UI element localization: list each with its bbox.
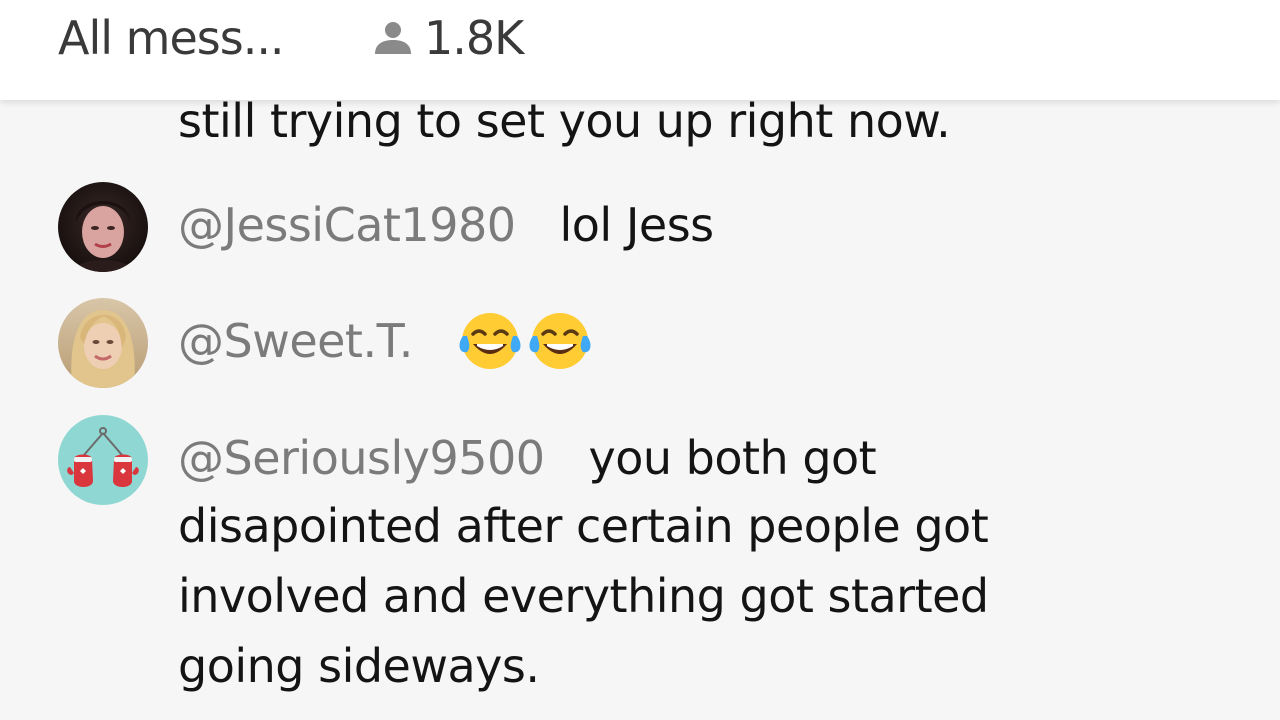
avatar[interactable] <box>58 298 148 388</box>
message-bubble: @JessiCat1980 lol Jess <box>178 190 1178 260</box>
username-link[interactable]: @Seriously9500 <box>178 423 545 493</box>
avatar[interactable] <box>58 415 148 505</box>
message-line: going sideways. <box>178 639 540 693</box>
message-text: lol Jess <box>559 198 715 252</box>
chat-header: All mess... 1.8K <box>0 0 1280 100</box>
viewer-count-group: 1.8K <box>372 10 524 66</box>
person-icon <box>372 20 414 56</box>
username-link[interactable]: @Sweet.T. <box>178 306 413 376</box>
tab-all-messages[interactable]: All mess... <box>58 10 285 66</box>
message-bubble: @Sweet.T. <box>178 306 1178 376</box>
mittens-icon <box>58 415 148 505</box>
message-text-continued: disapointed after certain people got inv… <box>178 491 1258 701</box>
viewer-count: 1.8K <box>424 11 524 65</box>
avatar[interactable] <box>58 182 148 272</box>
username-link[interactable]: @JessiCat1980 <box>178 190 516 260</box>
message-text: you both got <box>588 431 877 485</box>
chat-list[interactable]: still trying to set you up right now. @J… <box>0 0 1280 720</box>
message-bubble: @Seriously9500 you both got <box>178 423 1178 493</box>
message-line: disapointed after certain people got <box>178 499 989 553</box>
tears-of-joy-emoji <box>457 310 523 372</box>
message-line: involved and everything got started <box>178 569 989 623</box>
tears-of-joy-emoji <box>527 310 593 372</box>
message-emoji <box>457 310 593 372</box>
live-chat-screen: All mess... 1.8K still trying to set you… <box>0 0 1280 720</box>
